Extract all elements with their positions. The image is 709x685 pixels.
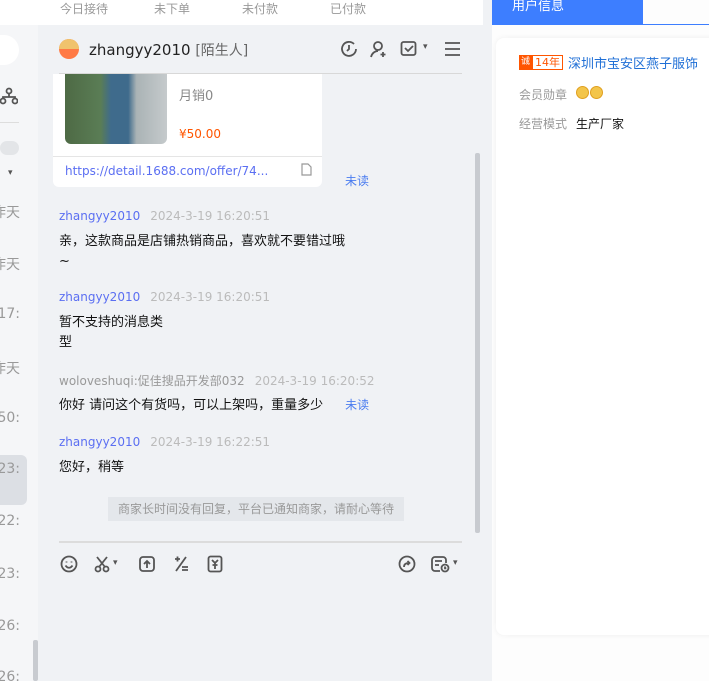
- menu-icon[interactable]: [444, 41, 461, 57]
- membership-years-badge: 14年: [532, 55, 563, 70]
- chengxintong-icon: 诚: [519, 55, 532, 70]
- user-info-card: 诚 14年 深圳市宝安区燕子服饰 会员勋章 经营模式 生产厂家: [496, 38, 709, 635]
- chat-scrollbar[interactable]: [475, 153, 480, 533]
- org-icon[interactable]: [0, 87, 18, 105]
- medal-icons: [576, 86, 603, 99]
- conv-time[interactable]: :26: [0, 669, 20, 685]
- mode-label: 经营模式: [519, 117, 568, 131]
- conv-time[interactable]: 昨天: [0, 254, 20, 274]
- message-text: 您好，稍等: [59, 460, 125, 475]
- add-contact-icon[interactable]: [370, 40, 388, 58]
- product-image[interactable]: [65, 74, 167, 144]
- transfer-icon[interactable]: [398, 555, 416, 573]
- discount-icon[interactable]: [172, 555, 190, 573]
- conv-time[interactable]: :23: [0, 566, 20, 582]
- scheduled-dropdown-icon[interactable]: ▾: [453, 558, 458, 568]
- toggle[interactable]: [0, 141, 19, 155]
- message-sender[interactable]: woloveshuqi:促佳搜品开发部032: [59, 374, 245, 388]
- history-icon[interactable]: [340, 40, 358, 58]
- tab-paid[interactable]: 已付款: [330, 0, 366, 17]
- emoji-icon[interactable]: [60, 555, 78, 573]
- mode-value: 生产厂家: [576, 117, 625, 131]
- tab-unpaid[interactable]: 未付款: [242, 0, 278, 17]
- message-time: 2024-3-19 16:22:51: [150, 435, 271, 449]
- read-status: 未读: [345, 174, 370, 188]
- search-box[interactable]: [0, 35, 19, 65]
- message-sender[interactable]: zhangyy2010: [59, 435, 140, 449]
- user-info-panel: 用户信息 诚 14年 深圳市宝安区燕子服饰 会员勋章 经营模式 生产厂家: [483, 0, 709, 681]
- message-text: 亲，这款商品是店铺热销商品，喜欢就不要错过哦 ~: [59, 234, 346, 269]
- conv-time[interactable]: :17: [0, 306, 20, 322]
- medal-icon: [576, 86, 589, 99]
- medal-icon: [590, 86, 603, 99]
- product-sales: 月销0: [179, 89, 214, 104]
- message-time: 2024-3-19 16:20:51: [150, 209, 271, 223]
- copy-icon[interactable]: [301, 163, 312, 176]
- avatar: [59, 39, 79, 59]
- task-icon[interactable]: [400, 40, 418, 58]
- message-time: 2024-3-19 16:20:52: [254, 374, 375, 388]
- read-status: 未读: [345, 398, 370, 412]
- conv-time[interactable]: 昨天: [0, 358, 20, 378]
- conv-time[interactable]: :22: [0, 513, 20, 529]
- medal-label: 会员勋章: [519, 88, 568, 102]
- product-link[interactable]: https://detail.1688.com/offer/74...: [65, 164, 268, 178]
- contact-name[interactable]: zhangyy2010: [89, 41, 191, 59]
- contact-tag: [陌生人]: [195, 43, 249, 59]
- conv-time[interactable]: 昨天: [0, 202, 20, 222]
- product-price: ¥50.00: [179, 127, 221, 141]
- message-sender[interactable]: zhangyy2010: [59, 209, 140, 223]
- message-text: 暂不支持的消息类型: [59, 315, 164, 350]
- company-name[interactable]: 深圳市宝安区燕子服饰: [568, 53, 698, 72]
- conversation-list: ▾ 昨天 昨天 :17 昨天 :50 :23 :22 :23 :26 :26: [0, 25, 38, 685]
- conv-time[interactable]: :50: [0, 410, 20, 426]
- scheduled-message-icon[interactable]: [431, 555, 451, 573]
- system-notice: 商家长时间没有回复，平台已通知商家，请耐心等待: [108, 497, 404, 521]
- message-text: 你好 请问这个有货吗，可以上架吗，重量多少 未读: [59, 398, 370, 413]
- dropdown-caret-icon[interactable]: ▾: [8, 168, 13, 178]
- product-card[interactable]: 月销0 ¥50.00 https://detail.1688.com/offer…: [53, 74, 322, 187]
- chat-panel: zhangyy2010 [陌生人] ▾ 月销0 ¥50.00 https://d…: [38, 25, 483, 681]
- upload-file-icon[interactable]: [138, 555, 156, 573]
- task-dropdown-icon[interactable]: ▾: [423, 42, 428, 52]
- tab-no-order[interactable]: 未下单: [154, 0, 190, 17]
- message-sender[interactable]: zhangyy2010: [59, 290, 140, 304]
- conv-time[interactable]: :23: [0, 461, 20, 477]
- tab-user-info[interactable]: 用户信息: [492, 0, 643, 24]
- screenshot-dropdown-icon[interactable]: ▾: [113, 558, 118, 568]
- top-tabs: 今日接待 未下单 未付款 已付款: [0, 0, 483, 25]
- conv-time[interactable]: :26: [0, 618, 20, 634]
- coupon-icon[interactable]: [206, 555, 224, 573]
- message-time: 2024-3-19 16:20:51: [150, 290, 271, 304]
- screenshot-scissors-icon[interactable]: [94, 555, 112, 573]
- tab-today[interactable]: 今日接待: [60, 0, 108, 17]
